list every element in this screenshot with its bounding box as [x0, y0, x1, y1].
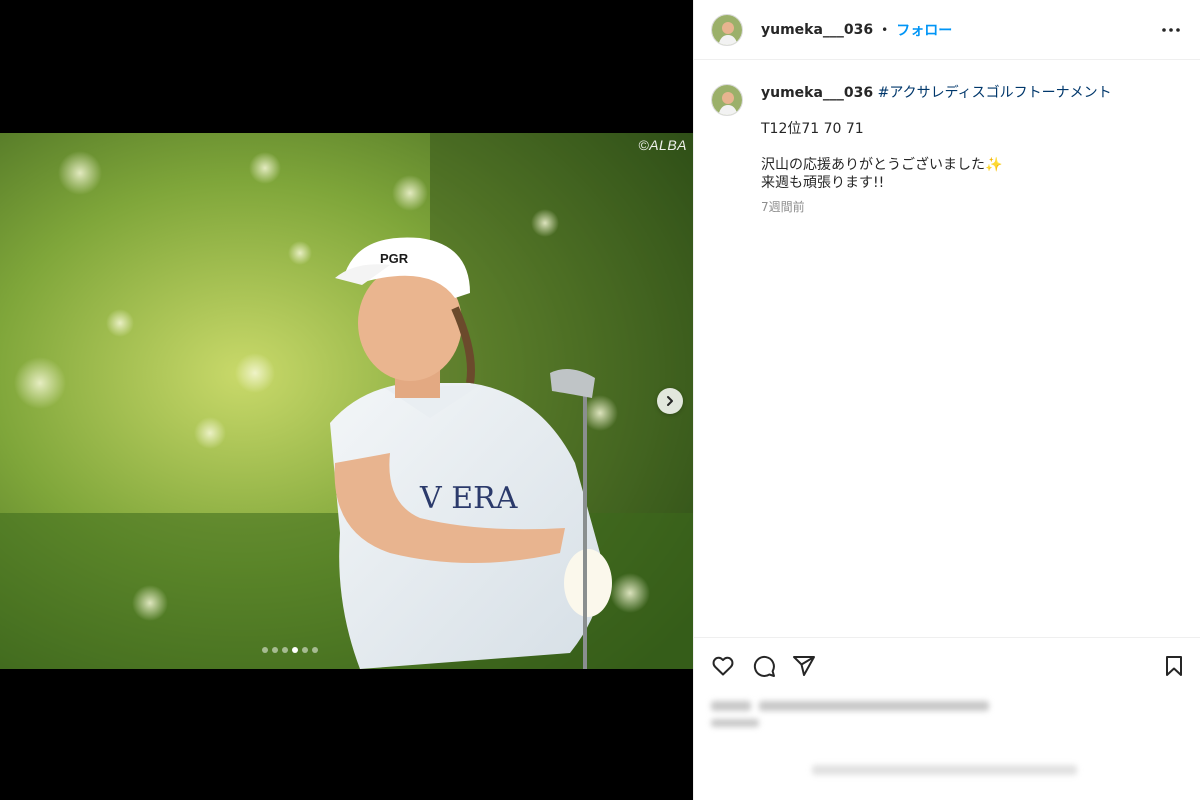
carousel-dot-active [292, 647, 298, 653]
caption-hashtag[interactable]: #アクサレディスゴルフトーナメント [878, 85, 1112, 101]
carousel-dot [302, 647, 308, 653]
caption-avatar[interactable] [711, 84, 743, 116]
carousel-dot [272, 647, 278, 653]
blurred-likes-section [694, 693, 1200, 800]
more-options-icon [1162, 28, 1180, 32]
svg-text:V ERA: V ERA [419, 481, 518, 516]
avatar-image [712, 85, 742, 115]
post-caption: yumeka___036 #アクサレディスゴルフトーナメント T12位71 70… [711, 84, 1181, 216]
blurred-text [711, 701, 751, 711]
sparkles-emoji: ✨ [985, 157, 1003, 173]
caption-thanks-line: 沢山の応援ありがとうございました✨ [761, 156, 1112, 174]
caption-thanks-text: 沢山の応援ありがとうございました [761, 157, 985, 173]
blurred-text [711, 719, 759, 727]
blurred-text [812, 765, 1077, 775]
avatar[interactable] [711, 13, 743, 46]
post-header: yumeka___036 • フォロー [694, 0, 1200, 60]
caption-username[interactable]: yumeka___036 [761, 85, 873, 101]
action-bar [694, 637, 1200, 693]
header-separator: • [881, 22, 889, 37]
chevron-right-icon [667, 396, 673, 406]
caption-score-line: T12位71 70 71 [761, 121, 864, 137]
carousel-indicator [262, 647, 318, 653]
comment-button[interactable] [750, 652, 778, 680]
caption-next-week-line: 来週も頑張ります!! [761, 175, 885, 191]
photo-watermark: ©ALBA [638, 137, 687, 153]
share-icon [793, 656, 815, 676]
caption-body: yumeka___036 #アクサレディスゴルフトーナメント T12位71 70… [761, 84, 1112, 216]
carousel-dot [312, 647, 318, 653]
caption-first-line: yumeka___036 #アクサレディスゴルフトーナメント [761, 84, 1112, 102]
bookmark-icon [1166, 656, 1182, 676]
media-pane: V ERA PGR ©ALBA [0, 0, 693, 800]
caption-timestamp[interactable]: 7週間前 [761, 198, 1112, 216]
svg-text:PGR: PGR [380, 251, 409, 266]
carousel-next-button[interactable] [657, 388, 683, 414]
save-button[interactable] [1160, 652, 1188, 680]
carousel-dot [282, 647, 288, 653]
post-photo[interactable]: V ERA PGR ©ALBA [0, 133, 693, 669]
carousel-dot [262, 647, 268, 653]
header-username[interactable]: yumeka___036 [761, 22, 873, 38]
avatar-image [712, 14, 742, 45]
heart-icon [712, 656, 734, 676]
comment-icon [753, 655, 775, 677]
like-button[interactable] [709, 652, 737, 680]
post-side-panel: yumeka___036 • フォロー yumeka___036 #アクサレディ… [693, 0, 1200, 800]
follow-button[interactable]: フォロー [896, 20, 952, 40]
golfer-photo: V ERA PGR [0, 133, 693, 669]
blurred-text [759, 701, 989, 711]
share-button[interactable] [790, 652, 818, 680]
more-options-button[interactable] [1159, 18, 1183, 42]
